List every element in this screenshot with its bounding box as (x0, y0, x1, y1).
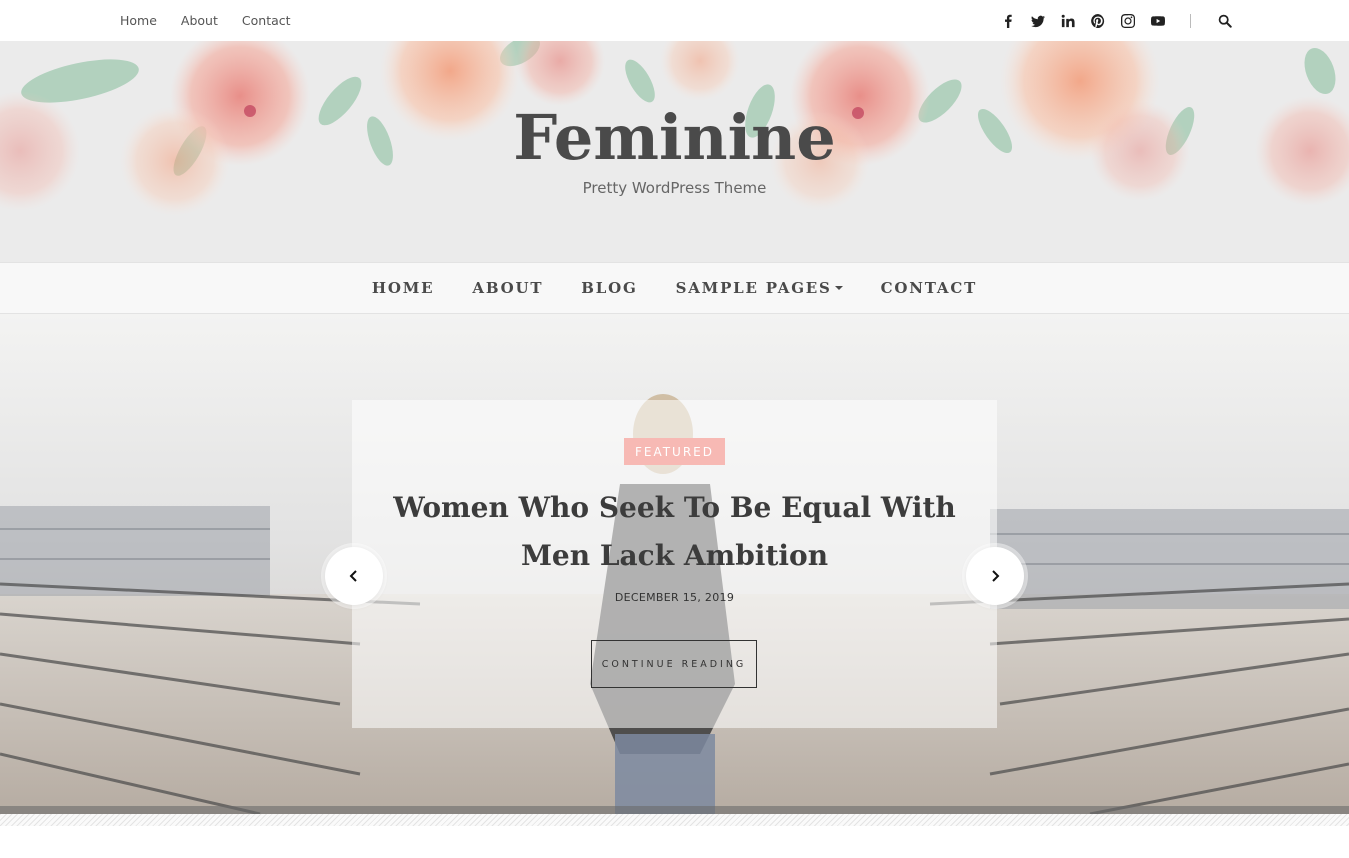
top-bar: Home About Contact (0, 0, 1349, 41)
site-tagline: Pretty WordPress Theme (582, 179, 767, 197)
twitter-icon[interactable] (1030, 13, 1046, 29)
site-header: Feminine Pretty WordPress Theme (0, 41, 1349, 262)
slide-title[interactable]: Women Who Seek To Be Equal With Men Lack… (392, 484, 957, 580)
featured-badge[interactable]: FEATURED (624, 438, 725, 465)
slide-date: DECEMBER 15, 2019 (614, 591, 735, 604)
site-title[interactable]: Feminine (0, 101, 1349, 174)
featured-slider: FEATURED Women Who Seek To Be Equal With… (0, 314, 1349, 814)
top-link-contact[interactable]: Contact (242, 13, 291, 28)
nav-item-label: BLOG (581, 279, 638, 297)
nav-item-sample-pages[interactable]: SAMPLE PAGES (676, 279, 843, 297)
youtube-icon[interactable] (1150, 13, 1166, 29)
nav-item-blog[interactable]: BLOG (581, 279, 637, 297)
search-icon[interactable] (1217, 13, 1233, 29)
slide-card: FEATURED Women Who Seek To Be Equal With… (352, 400, 997, 728)
chevron-left-icon (349, 570, 357, 582)
nav-item-label: CONTACT (880, 279, 978, 297)
section-divider-stripe (0, 814, 1349, 826)
chevron-right-icon (992, 570, 1000, 582)
main-navigation: HOME ABOUT BLOG SAMPLE PAGES CONTACT (0, 262, 1349, 314)
nav-item-label: ABOUT (472, 279, 544, 297)
nav-item-label: HOME (371, 279, 435, 297)
linkedin-icon[interactable] (1060, 13, 1076, 29)
nav-item-label: SAMPLE PAGES (675, 279, 832, 297)
nav-item-about[interactable]: ABOUT (472, 279, 543, 297)
nav-item-contact[interactable]: CONTACT (881, 279, 977, 297)
instagram-icon[interactable] (1120, 13, 1136, 29)
caret-down-icon (834, 286, 843, 290)
top-link-home[interactable]: Home (120, 13, 157, 28)
continue-reading-button[interactable]: CONTINUE READING (591, 640, 757, 688)
social-links (986, 0, 1233, 41)
facebook-icon[interactable] (1000, 13, 1016, 29)
top-links: Home About Contact (120, 0, 315, 41)
top-link-about[interactable]: About (181, 13, 218, 28)
slider-prev-button[interactable] (325, 547, 383, 605)
pinterest-icon[interactable] (1090, 13, 1106, 29)
slider-next-button[interactable] (966, 547, 1024, 605)
social-divider (1190, 13, 1191, 28)
nav-item-home[interactable]: HOME (372, 279, 434, 297)
